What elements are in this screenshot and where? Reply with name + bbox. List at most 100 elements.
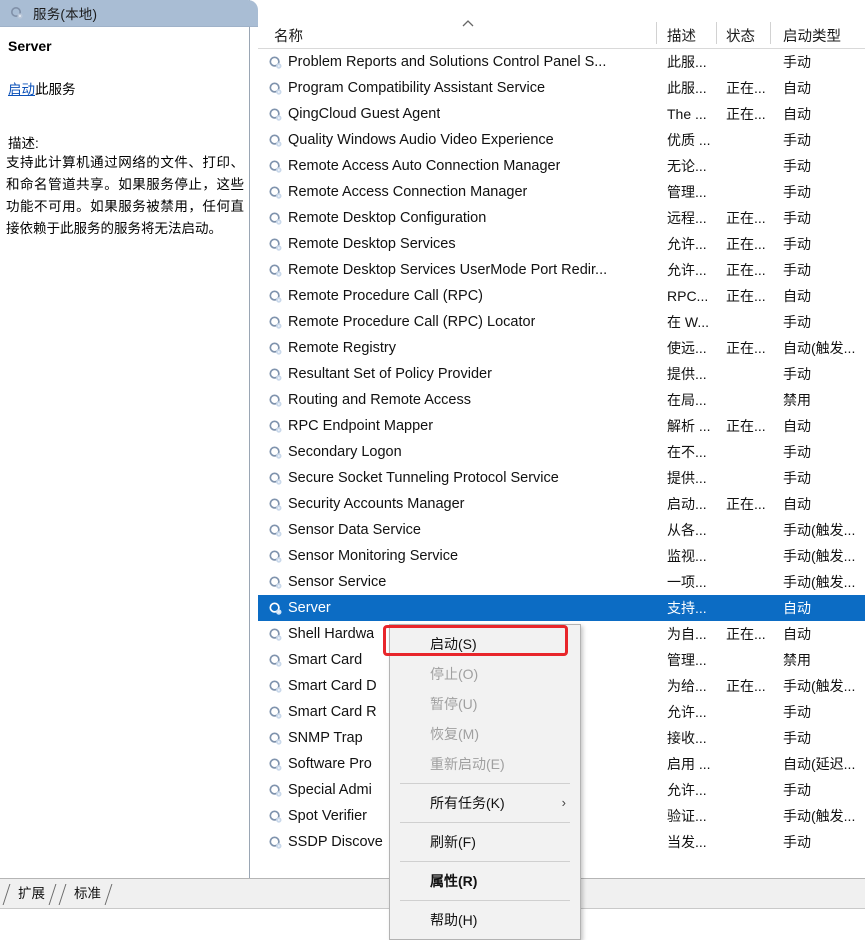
column-header-status[interactable]: 状态 [726, 25, 755, 46]
service-startup-type: 手动 [783, 184, 811, 200]
service-gear-icon [268, 678, 284, 694]
service-startup-type: 手动 [783, 782, 811, 798]
service-startup-type: 自动 [783, 496, 811, 512]
table-row[interactable]: Remote Procedure Call (RPC) Locator 在 W..… [258, 309, 865, 335]
service-startup-type: 手动 [783, 314, 811, 330]
service-name: RPC Endpoint Mapper [288, 418, 434, 434]
column-header-startup-type[interactable]: 启动类型 [783, 25, 841, 46]
service-name: Remote Access Connection Manager [288, 184, 528, 200]
service-name: Quality Windows Audio Video Experience [288, 132, 554, 148]
pane-header-title: 服务(本地) [33, 7, 98, 22]
service-context-menu[interactable]: 启动(S) 停止(O) 暂停(U) 恢复(M) 重新启动(E) 所有任务(K) › 刷新(F)… [383, 624, 581, 940]
service-action-line: 启动此服务 [8, 78, 76, 98]
service-name: Shell Hardwa [288, 626, 375, 642]
service-gear-icon [268, 522, 284, 538]
table-row[interactable]: Secondary Logon 在不... 手动 [258, 439, 865, 465]
table-row[interactable]: Program Compatibility Assistant Service 此… [258, 75, 865, 101]
tab-extended-label: 扩展 [18, 886, 45, 901]
service-description: 接收... [667, 730, 707, 746]
service-description: 从各... [667, 522, 707, 538]
menu-item: 恢复(M) [390, 719, 580, 749]
service-name: Remote Desktop Configuration [288, 210, 487, 226]
column-divider-1[interactable] [656, 22, 657, 44]
menu-item[interactable]: 帮助(H) [390, 905, 580, 935]
service-name: Spot Verifier [288, 808, 367, 824]
service-name: Remote Desktop Services UserMode Port Re… [288, 262, 608, 278]
table-row[interactable]: Remote Desktop Services 允许... 正在... 手动 [258, 231, 865, 257]
service-description: 为给... [667, 678, 707, 694]
column-divider-2[interactable] [716, 22, 717, 44]
table-row[interactable]: Remote Registry 使远... 正在... 自动(触发... [258, 335, 865, 361]
service-startup-type: 自动 [783, 600, 811, 616]
service-status: 正在... [726, 626, 766, 642]
service-name: Server [288, 600, 331, 616]
service-startup-type: 手动 [783, 54, 811, 70]
service-name: Remote Desktop Services [288, 236, 456, 252]
table-row[interactable]: RPC Endpoint Mapper 解析 ... 正在... 自动 [258, 413, 865, 439]
service-startup-type: 手动 [783, 366, 811, 382]
service-startup-type: 自动 [783, 106, 811, 122]
table-row[interactable]: Quality Windows Audio Video Experience 优质… [258, 127, 865, 153]
tab-extended[interactable]: 扩展 [6, 882, 55, 906]
service-startup-type: 自动 [783, 418, 811, 434]
service-status: 正在... [726, 288, 766, 304]
table-row[interactable]: Remote Desktop Configuration 远程... 正在... 手动 [258, 205, 865, 231]
table-row[interactable]: Security Accounts Manager 启动... 正在... 自动 [258, 491, 865, 517]
service-description: 允许... [667, 236, 707, 252]
table-row[interactable]: Resultant Set of Policy Provider 提供... 手动 [258, 361, 865, 387]
table-row[interactable]: Secure Socket Tunneling Protocol Service… [258, 465, 865, 491]
service-name: Remote Registry [288, 340, 396, 356]
service-gear-icon [268, 158, 284, 174]
description-label: 描述: [8, 136, 39, 151]
table-row[interactable]: Remote Access Auto Connection Manager 无论.… [258, 153, 865, 179]
service-gear-icon [268, 184, 284, 200]
menu-item[interactable]: 刷新(F) [390, 827, 580, 857]
menu-item[interactable]: 所有任务(K) › [390, 788, 580, 818]
service-gear-icon [268, 54, 284, 70]
service-name: Remote Access Auto Connection Manager [288, 158, 561, 174]
column-header-name[interactable]: 名称 [274, 25, 303, 46]
table-row[interactable]: Remote Access Connection Manager 管理... 手动 [258, 179, 865, 205]
service-startup-type: 手动(触发... [783, 678, 856, 694]
service-name: Software Pro [288, 756, 372, 772]
service-status: 正在... [726, 236, 766, 252]
start-service-link[interactable]: 启动 [8, 82, 35, 97]
table-row[interactable]: Sensor Service 一项... 手动(触发... [258, 569, 865, 595]
column-divider-3[interactable] [770, 22, 771, 44]
table-row[interactable]: QingCloud Guest Agent The ... 正在... 自动 [258, 101, 865, 127]
column-header-description[interactable]: 描述 [667, 25, 696, 46]
service-startup-type: 手动(触发... [783, 522, 856, 538]
table-row[interactable]: Remote Procedure Call (RPC) RPC... 正在... 自动 [258, 283, 865, 309]
service-name: Sensor Data Service [288, 522, 421, 538]
tab-standard[interactable]: 标准 [62, 882, 111, 906]
service-name: Remote Procedure Call (RPC) Locator [288, 314, 536, 330]
table-row[interactable]: Sensor Monitoring Service 监视... 手动(触发... [258, 543, 865, 569]
table-row[interactable]: Routing and Remote Access 在局... 禁用 [258, 387, 865, 413]
left-details-pane: 服务(本地) Server 启动此服务 描述: 支持此计算机通过网络的文件、打印… [0, 0, 258, 878]
service-description: 解析 ... [667, 418, 711, 434]
service-startup-type: 手动 [783, 704, 811, 720]
service-status: 正在... [726, 678, 766, 694]
service-description: 允许... [667, 262, 707, 278]
service-name: Secure Socket Tunneling Protocol Service [288, 470, 559, 486]
service-name: QingCloud Guest Agent [288, 106, 441, 122]
service-startup-type: 禁用 [783, 652, 811, 668]
menu-item-label: 恢复(M) [430, 726, 479, 742]
table-row[interactable]: Sensor Data Service 从各... 手动(触发... [258, 517, 865, 543]
service-startup-type: 手动 [783, 236, 811, 252]
service-startup-type: 手动(触发... [783, 808, 856, 824]
table-row[interactable]: Problem Reports and Solutions Control Pa… [258, 49, 865, 75]
service-gear-icon [268, 366, 284, 382]
table-row[interactable]: Remote Desktop Services UserMode Port Re… [258, 257, 865, 283]
service-gear-icon [268, 704, 284, 720]
table-row-selected[interactable]: Server 支持... 自动 [258, 595, 865, 621]
menu-item[interactable]: 属性(R) [390, 866, 580, 896]
service-startup-type: 手动 [783, 210, 811, 226]
menu-item-label: 启动(S) [430, 636, 477, 652]
service-description: 优质 ... [667, 132, 711, 148]
menu-item[interactable]: 启动(S) [383, 625, 580, 659]
service-gear-icon [268, 600, 284, 616]
service-gear-icon [268, 782, 284, 798]
service-startup-type: 自动(延迟... [783, 756, 856, 772]
service-description: 启动... [667, 496, 707, 512]
